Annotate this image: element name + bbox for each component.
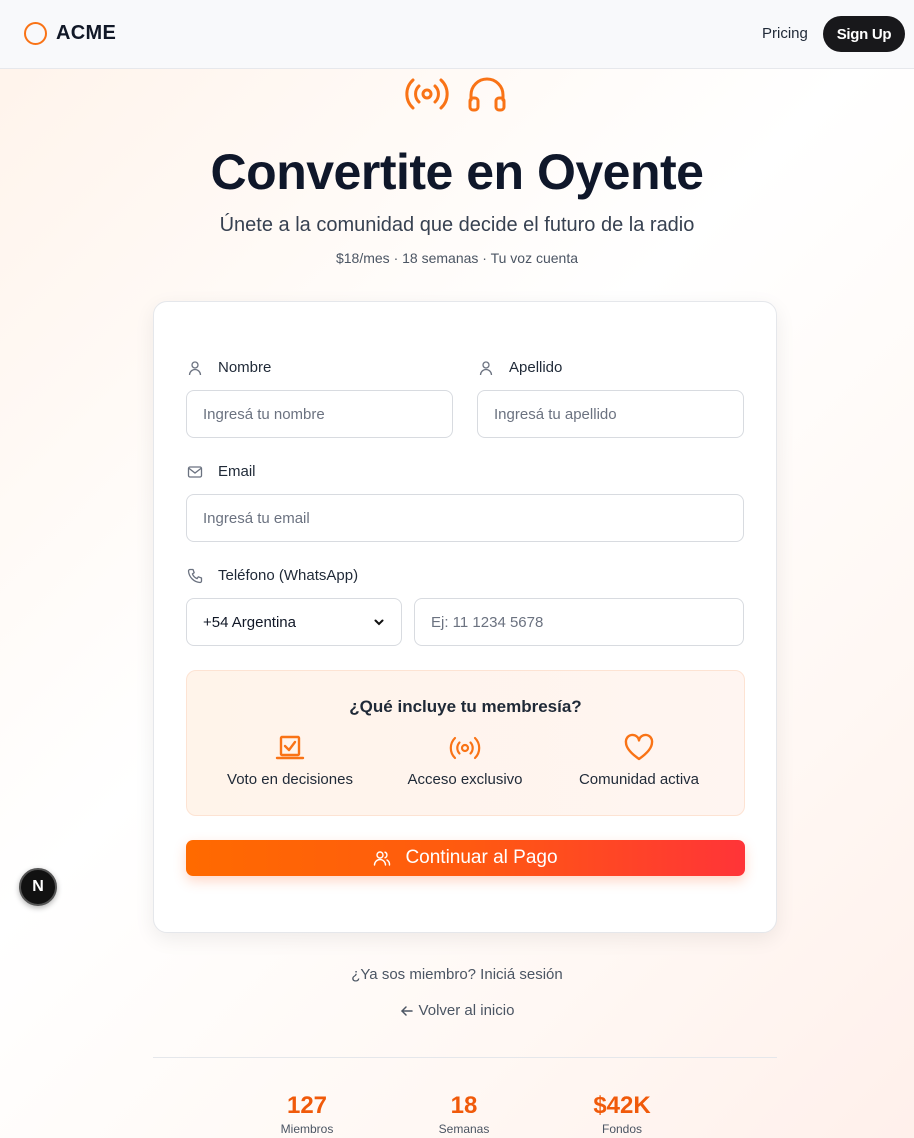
phone-number-input[interactable]: Ej: 11 1234 5678 [414, 598, 744, 646]
phone-label: Teléfono (WhatsApp) [187, 567, 358, 584]
signup-form-card: Nombre Ingresá tu nombre Apellido Ingres… [153, 301, 777, 933]
user-icon [188, 360, 202, 375]
arrow-left-icon [400, 1005, 413, 1016]
phone-icon [187, 568, 203, 583]
first-name-input[interactable]: Ingresá tu nombre [186, 390, 453, 438]
users-icon [374, 851, 391, 866]
stat-label: Miembros [280, 1122, 334, 1136]
signup-button[interactable]: Sign Up [823, 16, 905, 52]
back-home-link[interactable]: Volver al inicio [400, 1002, 515, 1019]
brand-ring-icon [24, 22, 47, 45]
headphones-icon [468, 77, 506, 112]
continue-to-payment-button[interactable]: Continuar al Pago [186, 840, 745, 876]
hero-icons [0, 74, 914, 114]
first-name-label: Nombre [187, 359, 271, 376]
heart-icon [624, 733, 654, 761]
stat-label: Semanas [438, 1122, 490, 1136]
cta-label: Continuar al Pago [405, 847, 558, 868]
last-name-label: Apellido [478, 359, 562, 376]
dev-tools-badge[interactable]: N [19, 868, 57, 906]
benefit-item: Voto en decisiones [200, 733, 380, 788]
mail-icon [187, 465, 203, 478]
country-code-select[interactable]: +54 Argentina [186, 598, 402, 646]
last-name-label-text: Apellido [509, 359, 563, 376]
pricing-summary: $18/mes · 18 semanas · Tu voz cuenta [335, 250, 578, 266]
back-home-label: Volver al inicio [418, 1002, 515, 1019]
last-name-input[interactable]: Ingresá tu apellido [477, 390, 744, 438]
membership-benefits-box: ¿Qué incluye tu membresía? Voto en decis… [186, 670, 745, 816]
broadcast-icon [449, 736, 481, 760]
page-title: Convertite en Oyente [210, 144, 704, 200]
country-code-value: +54 Argentina [203, 613, 296, 631]
benefit-label: Acceso exclusivo [407, 771, 523, 788]
benefits-title: ¿Qué incluye tu membresía? [349, 697, 582, 716]
login-link[interactable]: ¿Ya sos miembro? Iniciá sesión [0, 966, 914, 983]
section-divider [153, 1057, 777, 1058]
first-name-label-text: Nombre [218, 359, 272, 376]
benefit-item: Comunidad activa [549, 733, 729, 788]
email-field[interactable]: Ingresá tu email [186, 494, 744, 542]
email-label-text: Email [218, 463, 256, 480]
broadcast-icon [405, 78, 449, 110]
stat-members: 127 Miembros [247, 1092, 367, 1136]
page-subtitle: Únete a la comunidad que decide el futur… [219, 214, 695, 236]
brand-logo[interactable]: ACME [24, 22, 116, 45]
benefit-label: Comunidad activa [578, 771, 700, 788]
brand-name: ACME [56, 22, 117, 44]
back-home-row: Volver al inicio [0, 1002, 914, 1022]
phone-label-text: Teléfono (WhatsApp) [218, 567, 359, 584]
benefit-label: Voto en decisiones [227, 771, 353, 788]
stat-funds: $42K Fondos [562, 1092, 682, 1136]
stat-value: 127 [286, 1092, 328, 1119]
vote-icon [275, 735, 305, 760]
chevron-down-icon [374, 619, 384, 626]
stat-value: $42K [593, 1092, 651, 1119]
benefit-item: Acceso exclusivo [375, 733, 555, 788]
email-label: Email [187, 463, 256, 480]
user-icon [479, 360, 493, 375]
top-navbar: ACME Pricing Sign Up [0, 0, 914, 69]
stat-weeks: 18 Semanas [404, 1092, 524, 1136]
nav-link-pricing[interactable]: Pricing [762, 25, 808, 42]
stat-value: 18 [450, 1092, 478, 1119]
stat-label: Fondos [601, 1122, 643, 1136]
